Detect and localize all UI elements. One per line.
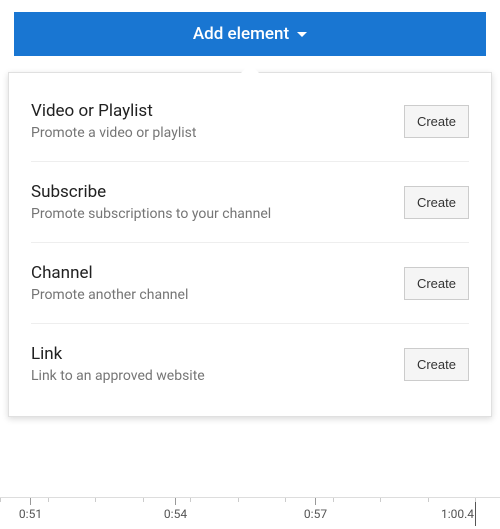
timeline-tick-label: 0:51 — [19, 507, 42, 521]
create-button[interactable]: Create — [404, 105, 469, 138]
option-desc: Promote a video or playlist — [31, 125, 390, 141]
timeline-tick-label: 1:00.4 — [441, 507, 474, 521]
dropdown-pointer — [241, 64, 259, 73]
timeline-tick: 1:00.4 — [475, 498, 476, 529]
option-title: Channel — [31, 263, 390, 283]
element-option-subscribe: Subscribe Promote subscriptions to your … — [31, 162, 469, 243]
timeline-ruler[interactable]: 0:51 0:54 0:57 1:00.4 — [0, 497, 500, 529]
option-text: Subscribe Promote subscriptions to your … — [31, 182, 390, 222]
option-text: Link Link to an approved website — [31, 344, 390, 384]
option-title: Link — [31, 344, 390, 364]
element-dropdown-panel: Video or Playlist Promote a video or pla… — [8, 72, 492, 417]
option-desc: Promote another channel — [31, 287, 390, 303]
element-option-link: Link Link to an approved website Create — [31, 324, 469, 404]
timeline-tick-label: 0:57 — [304, 507, 327, 521]
timeline-tick: 0:51 — [30, 498, 31, 529]
element-option-channel: Channel Promote another channel Create — [31, 243, 469, 324]
add-element-button[interactable]: Add element — [14, 12, 486, 56]
option-desc: Link to an approved website — [31, 368, 390, 384]
option-title: Subscribe — [31, 182, 390, 202]
option-text: Video or Playlist Promote a video or pla… — [31, 101, 390, 141]
create-button[interactable]: Create — [404, 348, 469, 381]
create-button[interactable]: Create — [404, 267, 469, 300]
timeline-tick: 0:57 — [315, 498, 316, 529]
timeline-tick: 0:54 — [175, 498, 176, 529]
option-desc: Promote subscriptions to your channel — [31, 206, 390, 222]
chevron-down-icon — [297, 32, 307, 37]
element-option-video-playlist: Video or Playlist Promote a video or pla… — [31, 81, 469, 162]
timeline-tick-label: 0:54 — [164, 507, 187, 521]
add-element-label: Add element — [193, 24, 289, 44]
option-title: Video or Playlist — [31, 101, 390, 121]
create-button[interactable]: Create — [404, 186, 469, 219]
option-text: Channel Promote another channel — [31, 263, 390, 303]
